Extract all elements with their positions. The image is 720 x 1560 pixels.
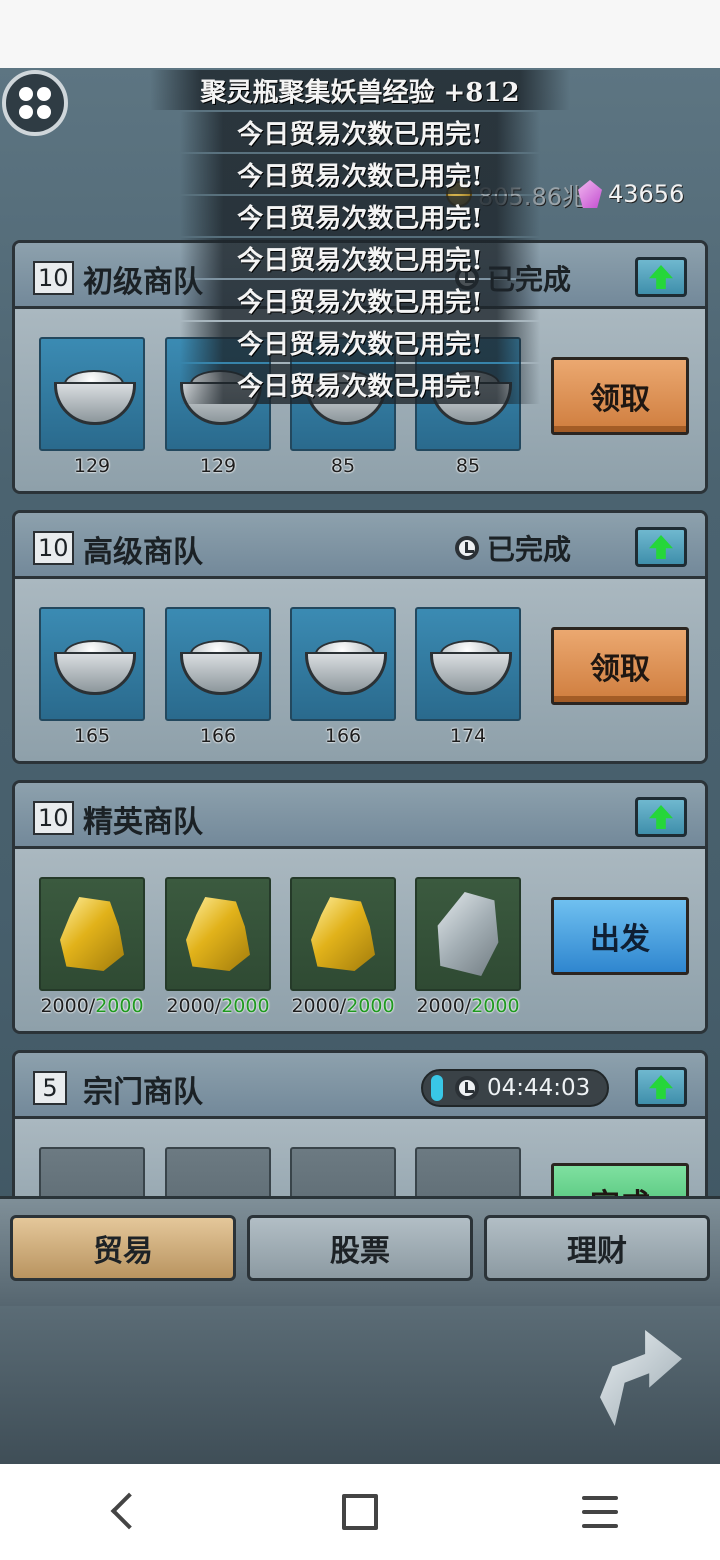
cost-slot[interactable]	[415, 877, 521, 991]
cost-slot[interactable]	[290, 877, 396, 991]
reward-slot[interactable]	[165, 607, 271, 721]
arrow-up-icon	[649, 535, 673, 559]
gold-ore-icon	[311, 897, 375, 971]
caravan-panel-elite: 10 精英商队 2000/2000 2000/2000 2000/2000 20…	[12, 780, 708, 1034]
claim-button[interactable]: 领取	[551, 357, 689, 435]
tab-finance[interactable]: 理财	[484, 1215, 710, 1281]
upgrade-button[interactable]	[635, 527, 687, 567]
silver-ingot-icon	[303, 634, 387, 695]
clock-icon	[455, 1076, 479, 1100]
toast-message: 今日贸易次数已用完!	[180, 322, 540, 362]
gem-icon	[578, 180, 602, 208]
game-screen: 805.86兆 43656 10 初级商队 已完成 129 129 85 85 …	[0, 68, 720, 1464]
toast-message: 今日贸易次数已用完!	[180, 112, 540, 152]
status-text: 已完成	[487, 533, 572, 566]
panel-title: 高级商队	[83, 535, 203, 570]
toast-message: 今日贸易次数已用完!	[180, 280, 540, 320]
cost-quantity: 2000/2000	[40, 995, 144, 1017]
silver-ingot-icon	[428, 634, 512, 695]
toast-message: 今日贸易次数已用完!	[180, 196, 540, 236]
reward-quantity: 165	[73, 725, 111, 747]
panel-title: 精英商队	[83, 805, 203, 840]
reward-quantity: 174	[449, 725, 487, 747]
status-label: 已完成	[455, 531, 572, 566]
panel-header: 10 高级商队 已完成	[15, 513, 705, 579]
level-badge: 10	[33, 531, 74, 565]
reward-slot[interactable]	[39, 337, 145, 451]
stone-icon	[437, 892, 499, 976]
cost-quantity: 2000/2000	[416, 995, 520, 1017]
reward-quantity: 85	[330, 455, 356, 477]
reward-quantity: 129	[199, 455, 237, 477]
upgrade-button[interactable]	[635, 797, 687, 837]
gem-amount: 43656	[608, 180, 685, 208]
cost-quantity: 2000/2000	[291, 995, 395, 1017]
silver-ingot-icon	[178, 634, 262, 695]
reward-quantity: 85	[455, 455, 481, 477]
tab-stocks[interactable]: 股票	[247, 1215, 473, 1281]
status-bar-area	[0, 0, 720, 68]
panel-header: 10 精英商队	[15, 783, 705, 849]
grid-menu-icon	[19, 87, 51, 119]
cost-quantity: 2000/2000	[166, 995, 270, 1017]
reward-quantity: 129	[73, 455, 111, 477]
reward-slot[interactable]	[39, 607, 145, 721]
cost-slot[interactable]	[39, 877, 145, 991]
arrow-up-icon	[649, 265, 673, 289]
panel-body: 165 166 166 174 领取	[15, 579, 705, 761]
main-menu-button[interactable]	[2, 70, 68, 136]
level-badge: 5	[33, 1071, 67, 1105]
clock-icon	[455, 536, 479, 560]
panel-body: 2000/2000 2000/2000 2000/2000 2000/2000 …	[15, 849, 705, 1031]
panel-title: 宗门商队	[83, 1075, 203, 1110]
nav-home-icon[interactable]	[342, 1494, 378, 1530]
reward-slot[interactable]	[415, 607, 521, 721]
gold-ore-icon	[60, 897, 124, 971]
timer-progress	[431, 1075, 443, 1101]
panel-header: 5 宗门商队 04:44:03	[15, 1053, 705, 1119]
toast-message: 今日贸易次数已用完!	[180, 364, 540, 404]
countdown-timer: 04:44:03	[421, 1069, 609, 1107]
system-nav-bar	[0, 1464, 720, 1560]
arrow-up-icon	[649, 805, 673, 829]
level-badge: 10	[33, 801, 74, 835]
silver-ingot-icon	[52, 364, 136, 425]
silver-ingot-icon	[52, 634, 136, 695]
arrow-up-icon	[649, 1075, 673, 1099]
level-badge: 10	[33, 261, 74, 295]
bottom-tab-bar: 贸易 股票 理财	[0, 1196, 720, 1306]
cost-slot[interactable]	[165, 877, 271, 991]
toast-message: 今日贸易次数已用完!	[180, 238, 540, 278]
nav-menu-icon[interactable]	[582, 1496, 618, 1528]
upgrade-button[interactable]	[635, 257, 687, 297]
toast-message: 今日贸易次数已用完!	[180, 154, 540, 194]
nav-back-icon[interactable]	[106, 1494, 136, 1530]
toast-message: 聚灵瓶聚集妖兽经验 +812	[150, 70, 570, 110]
reward-quantity: 166	[324, 725, 362, 747]
depart-button[interactable]: 出发	[551, 897, 689, 975]
toast-stack: 聚灵瓶聚集妖兽经验 +812 今日贸易次数已用完! 今日贸易次数已用完! 今日贸…	[150, 68, 570, 404]
reward-quantity: 166	[199, 725, 237, 747]
gold-ore-icon	[186, 897, 250, 971]
tab-trade[interactable]: 贸易	[10, 1215, 236, 1281]
claim-button[interactable]: 领取	[551, 627, 689, 705]
timer-text: 04:44:03	[487, 1075, 591, 1101]
reward-slot[interactable]	[290, 607, 396, 721]
caravan-panel-advanced: 10 高级商队 已完成 165 166 166 174 领取	[12, 510, 708, 764]
upgrade-button[interactable]	[635, 1067, 687, 1107]
gem-balance: 43656	[578, 176, 684, 212]
